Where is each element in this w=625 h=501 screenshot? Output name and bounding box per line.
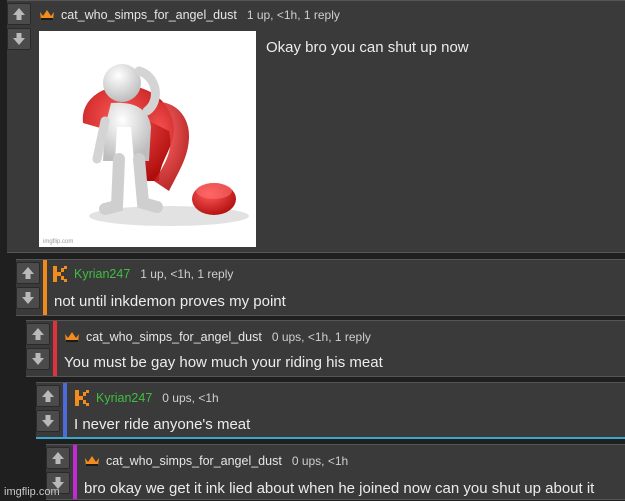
vote-controls xyxy=(7,1,33,254)
username-link[interactable]: cat_who_simps_for_angel_dust xyxy=(86,330,262,344)
comment-text: not until inkdemon proves my point xyxy=(54,293,286,310)
question-mark-figure-image xyxy=(82,64,249,226)
arrow-down-icon xyxy=(22,292,34,304)
arrow-down-icon xyxy=(42,415,54,427)
username-link[interactable]: cat_who_simps_for_angel_dust xyxy=(106,454,282,468)
arrow-up-icon xyxy=(22,267,34,279)
crown-icon xyxy=(64,331,80,343)
vote-controls xyxy=(36,383,62,439)
comment-meta: 0 ups, <1h, 1 reply xyxy=(271,330,371,344)
comment-meta: 1 up, <1h, 1 reply xyxy=(140,267,234,281)
upvote-button[interactable] xyxy=(36,385,60,407)
comment-header: cat_who_simps_for_angel_dust 1 up, <1h, … xyxy=(39,5,340,25)
crown-icon xyxy=(84,455,100,467)
comment-text: You must be gay how much your riding his… xyxy=(64,354,383,371)
k-pixel-icon xyxy=(74,389,90,407)
downvote-button[interactable] xyxy=(7,28,31,50)
crown-icon xyxy=(39,9,55,21)
comment-4: Kyrian247 0 ups, <1h I never ride anyone… xyxy=(36,382,625,439)
comment-header: cat_who_simps_for_angel_dust 0 ups, <1h xyxy=(84,451,348,471)
comment-text: bro okay we get it ink lied about when h… xyxy=(84,480,595,497)
comment-image[interactable]: imgflip.com xyxy=(39,31,256,247)
k-pixel-icon xyxy=(52,265,68,283)
vote-controls xyxy=(26,321,52,378)
comment-header: Kyrian247 1 up, <1h, 1 reply xyxy=(52,264,233,284)
reply-rail xyxy=(53,321,57,376)
comment-header: cat_who_simps_for_angel_dust 0 ups, <1h,… xyxy=(64,327,371,347)
reply-rail xyxy=(73,445,77,499)
arrow-down-icon xyxy=(32,353,44,365)
upvote-button[interactable] xyxy=(16,262,40,284)
username-link[interactable]: Kyrian247 xyxy=(74,267,130,281)
username-link[interactable]: cat_who_simps_for_angel_dust xyxy=(61,8,237,22)
comment-3: cat_who_simps_for_angel_dust 0 ups, <1h,… xyxy=(26,320,625,377)
comment-meta: 0 ups, <1h xyxy=(291,454,349,468)
downvote-button[interactable] xyxy=(16,287,40,309)
arrow-up-icon xyxy=(32,328,44,340)
comment-2: Kyrian247 1 up, <1h, 1 reply not until i… xyxy=(16,259,625,316)
reply-rail xyxy=(63,383,67,437)
upvote-button[interactable] xyxy=(26,323,50,345)
vote-controls xyxy=(16,260,42,317)
downvote-button[interactable] xyxy=(36,410,60,432)
arrow-down-icon xyxy=(13,33,25,45)
upvote-button[interactable] xyxy=(7,3,31,25)
comment-meta: 0 ups, <1h xyxy=(162,391,219,405)
comment-1: cat_who_simps_for_angel_dust 1 up, <1h, … xyxy=(7,0,625,253)
image-watermark: imgflip.com xyxy=(43,239,74,245)
site-watermark: imgflip.com xyxy=(4,486,60,498)
arrow-up-icon xyxy=(42,390,54,402)
arrow-up-icon xyxy=(52,452,64,464)
upvote-button[interactable] xyxy=(46,447,70,469)
reply-rail xyxy=(43,260,47,315)
comment-text: I never ride anyone's meat xyxy=(74,416,251,433)
comment-5: cat_who_simps_for_angel_dust 0 ups, <1h … xyxy=(46,444,625,500)
comment-text: Okay bro you can shut up now xyxy=(266,39,469,56)
comment-meta: 1 up, <1h, 1 reply xyxy=(246,8,340,22)
username-link[interactable]: Kyrian247 xyxy=(96,391,152,405)
downvote-button[interactable] xyxy=(26,348,50,370)
arrow-up-icon xyxy=(13,8,25,20)
comment-header: Kyrian247 0 ups, <1h xyxy=(74,388,219,408)
